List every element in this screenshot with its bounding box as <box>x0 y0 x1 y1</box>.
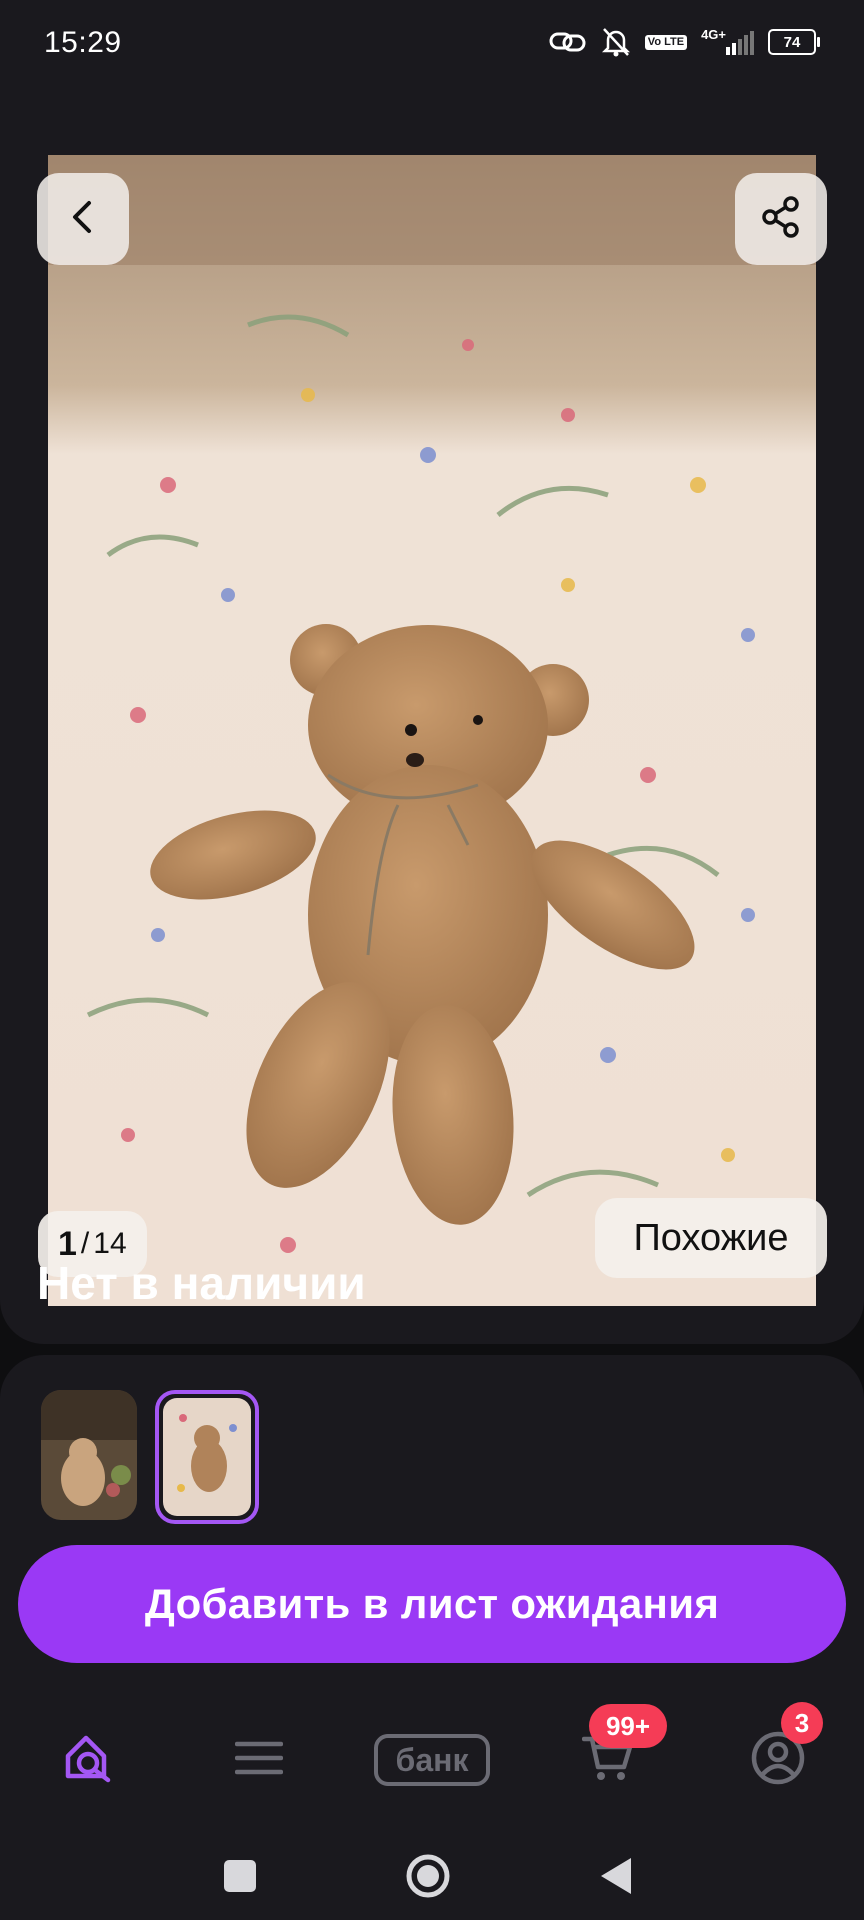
availability-status: Нет в наличии <box>37 1257 366 1309</box>
home-search-icon <box>60 1730 116 1791</box>
back-button[interactable] <box>37 173 129 265</box>
recents-button[interactable] <box>210 1848 270 1908</box>
menu-icon <box>234 1738 284 1783</box>
share-button[interactable] <box>735 173 827 265</box>
volte-indicator: Vo LTE <box>644 34 688 50</box>
similar-button[interactable]: Похожие <box>595 1198 827 1278</box>
bell-muted-icon <box>601 26 631 58</box>
nav-bank[interactable]: банк <box>372 1720 492 1800</box>
bottom-navigation: банк 99+ 3 <box>0 1690 864 1810</box>
profile-badge: 3 <box>781 1702 823 1744</box>
variant-thumbnail-selected[interactable] <box>155 1390 259 1524</box>
network-type: 4G+ <box>701 26 726 42</box>
status-bar: 15:29 Vo LTE 4G+ 74 <box>0 0 864 80</box>
battery-level: 74 <box>783 33 801 51</box>
share-icon <box>759 195 803 244</box>
variant-thumbnail[interactable] <box>41 1390 137 1520</box>
add-to-waitlist-button[interactable]: Добавить в лист ожидания <box>18 1545 846 1663</box>
status-time: 15:29 <box>44 26 122 59</box>
triangle-back-icon <box>599 1856 633 1901</box>
chevron-left-icon <box>63 197 103 242</box>
product-photo[interactable] <box>48 155 816 1306</box>
product-gallery-card: 1 / 14 Похожие Нет в наличии <box>0 80 864 1344</box>
square-icon <box>223 1859 257 1898</box>
nav-home-search[interactable] <box>48 1720 128 1800</box>
battery-indicator: 74 <box>768 29 820 55</box>
signal-icon: 4G+ <box>701 26 754 55</box>
system-back-button[interactable] <box>586 1848 646 1908</box>
link-icon <box>549 29 587 55</box>
nav-catalog[interactable] <box>219 1720 299 1800</box>
bank-label: банк <box>374 1734 490 1786</box>
circle-icon <box>404 1852 452 1905</box>
home-button[interactable] <box>398 1848 458 1908</box>
status-icons: Vo LTE 4G+ 74 <box>549 24 820 60</box>
system-navigation <box>0 1820 864 1920</box>
cart-badge: 99+ <box>589 1704 667 1748</box>
